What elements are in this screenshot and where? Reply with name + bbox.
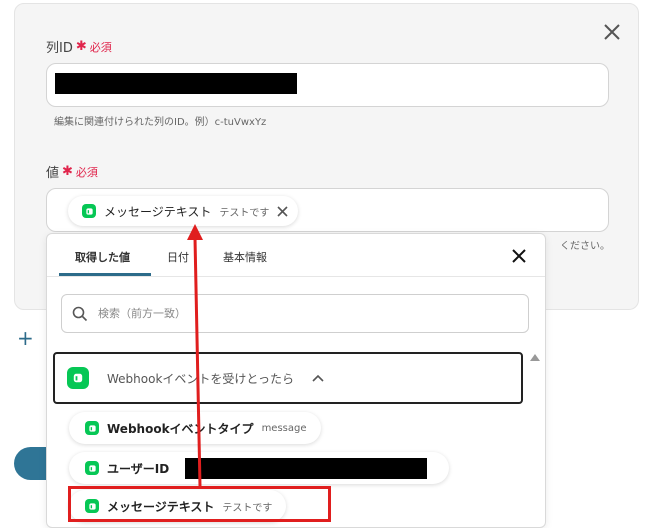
- annotation-arrow: [187, 224, 203, 487]
